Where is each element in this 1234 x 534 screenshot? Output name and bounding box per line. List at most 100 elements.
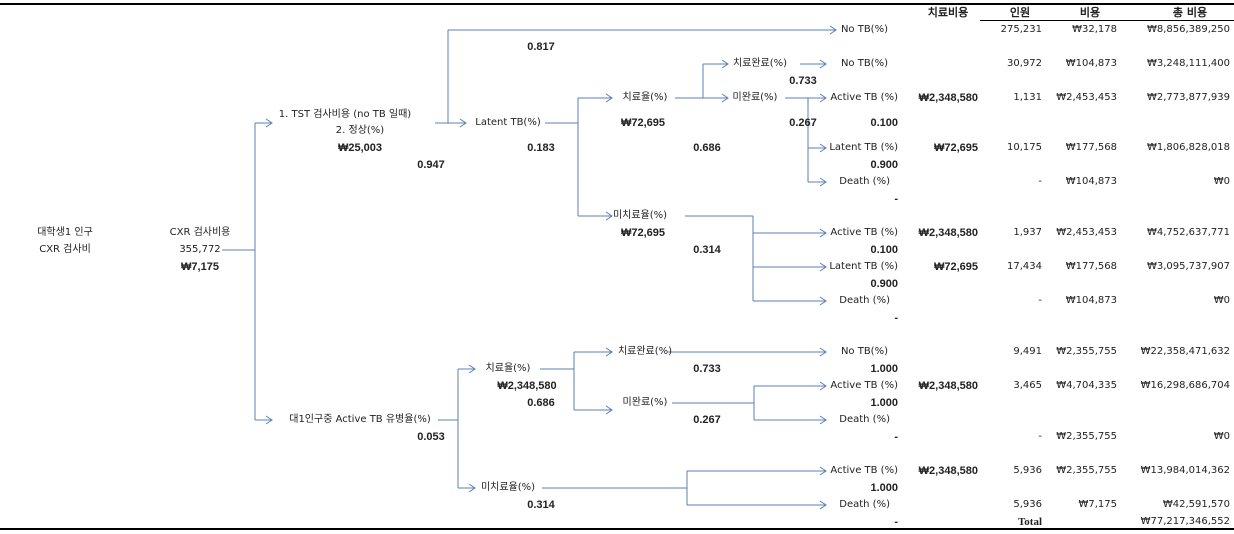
treatment-cost-cell: ₩2,348,580 [918, 380, 978, 392]
total-cost-cell: ₩0 [1213, 295, 1230, 306]
no-tb-prob: 0.817 [527, 41, 555, 53]
total-cost-cell: ₩16,298,686,704 [1140, 380, 1230, 391]
cost-cell: ₩32,178 [1072, 24, 1117, 35]
persons-cell: 30,972 [1007, 58, 1042, 69]
treatment-cost-cell: ₩72,695 [933, 261, 978, 273]
cost-cell: ₩104,873 [1065, 295, 1117, 306]
persons-cell: 9,491 [1013, 346, 1042, 357]
decision-tree-page: 치료비용 인원 비용 총 비용대학생1 인구 CXR 검사비 CXR 검사비용 355,77… [0, 0, 1234, 534]
active-untreated-node: 미치료율(%) [480, 482, 536, 493]
header-treatment-cost: 치료비용 [927, 6, 969, 19]
latent-treat-node: 치료율(%) [622, 92, 668, 103]
active-treat-node: 치료율(%) [485, 363, 531, 374]
persons-cell: 1,937 [1013, 227, 1042, 238]
latent-complete-prob: 0.733 [789, 75, 817, 87]
total-cost-cell: ₩8,856,389,250 [1146, 24, 1230, 35]
outcome-latent-tb: Latent TB (%) [829, 261, 898, 272]
outcome-death: Death (%) [839, 499, 890, 510]
outcome-latent-tb: Latent TB (%) [829, 142, 898, 153]
treatment-cost-cell: ₩2,348,580 [918, 465, 978, 477]
header-total-cost: 총 비용 [1172, 6, 1208, 19]
total-label: Total [1017, 516, 1043, 528]
outcome-death: Death (%) [839, 295, 890, 306]
cost-cell: ₩104,873 [1065, 176, 1117, 187]
outcome-prob: 1.000 [870, 363, 898, 375]
cost-cell: ₩2,355,755 [1056, 465, 1117, 476]
persons-cell: - [1038, 431, 1042, 442]
outcome-death: Death (%) [839, 414, 890, 425]
cost-cell: ₩2,453,453 [1056, 227, 1117, 238]
tst-prob: 0.947 [417, 159, 445, 171]
tst-node: 1. TST 검사비용 (no TB 일때) [278, 109, 412, 120]
outcome-prob: - [894, 516, 898, 528]
treatment-cost-cell: ₩72,695 [933, 142, 978, 154]
outcome-prob: - [894, 312, 898, 324]
outcome-prob: 0.100 [870, 117, 898, 129]
cost-cell: ₩177,568 [1065, 142, 1117, 153]
persons-cell: 1,131 [1013, 92, 1042, 103]
cxr-node: CXR 검사비용 [169, 227, 231, 238]
latent-treat-prob: 0.686 [693, 142, 721, 154]
total-cost-cell: ₩2,773,877,939 [1146, 92, 1230, 103]
cost-cell: ₩2,453,453 [1056, 92, 1117, 103]
persons-cell: 5,936 [1013, 499, 1042, 510]
latent-untreated-node: 미치료율(%) [612, 210, 668, 221]
persons-cell: 275,231 [1000, 24, 1042, 35]
cost-cell: ₩7,175 [1078, 499, 1117, 510]
total-cost-cell: ₩13,984,014,362 [1140, 465, 1230, 476]
tst-normal: 2. 정상(%) [335, 125, 385, 136]
latent-incomplete-node: 미완료(%) [732, 92, 778, 103]
persons-cell: - [1038, 176, 1042, 187]
total-cost-cell: ₩0 [1213, 176, 1230, 187]
outcome-prob: 0.900 [870, 278, 898, 290]
outcome-no-tb: No TB(%) [840, 346, 888, 357]
total-cost-cell: ₩4,752,637,771 [1146, 227, 1230, 238]
active-complete-node: 치료완료(%) [617, 346, 673, 357]
cost-cell: ₩2,355,755 [1056, 431, 1117, 442]
tst-cost: ₩25,003 [337, 142, 383, 154]
header-cost: 비용 [1079, 6, 1101, 19]
active-incomplete-node: 미완료(%) [622, 397, 668, 408]
latent-treat-cost: ₩72,695 [620, 117, 666, 129]
cxr-count: 355,772 [179, 244, 221, 255]
outcome-active-tb: Active TB (%) [830, 92, 898, 103]
active-prob: 0.053 [417, 431, 445, 443]
persons-cell: - [1038, 295, 1042, 306]
outcome-active-tb: Active TB (%) [830, 380, 898, 391]
outcome-prob: 0.900 [870, 159, 898, 171]
treatment-cost-cell: ₩2,348,580 [918, 227, 978, 239]
total-cost-cell: ₩3,095,737,907 [1146, 261, 1230, 272]
outcome-prob: - [894, 193, 898, 205]
cxr-cost: ₩7,175 [181, 261, 219, 273]
outcome-prob: 1.000 [870, 397, 898, 409]
latent-untreated-prob: 0.314 [693, 244, 721, 256]
outcome-prob: 0.100 [870, 244, 898, 256]
latent-complete-node: 치료완료(%) [732, 58, 788, 69]
latent-node: Latent TB(%) [475, 117, 541, 128]
cost-cell: ₩177,568 [1065, 261, 1117, 272]
root-label: 대학생1 인구 [37, 227, 93, 238]
total-cost-cell: ₩42,591,570 [1162, 499, 1230, 510]
cost-cell: ₩104,873 [1065, 58, 1117, 69]
outcome-no-tb: No TB(%) [840, 58, 888, 69]
persons-cell: 5,936 [1013, 465, 1042, 476]
active-complete-prob: 0.733 [693, 363, 721, 375]
total-cost-cell: ₩3,248,111,400 [1146, 58, 1230, 69]
root-label-2: CXR 검사비 [39, 244, 91, 255]
cost-cell: ₩2,355,755 [1056, 346, 1117, 357]
outcome-active-tb: Active TB (%) [830, 227, 898, 238]
header-persons: 인원 [1009, 6, 1031, 19]
outcome-no-tb: No TB(%) [840, 24, 888, 35]
persons-cell: 3,465 [1013, 380, 1042, 391]
active-treat-cost: ₩2,348,580 [497, 380, 557, 392]
total-value: ₩77,217,346,552 [1140, 516, 1230, 527]
cost-cell: ₩4,704,335 [1056, 380, 1117, 391]
outcome-prob: - [894, 431, 898, 443]
outcome-active-tb: Active TB (%) [830, 465, 898, 476]
total-cost-cell: ₩0 [1213, 431, 1230, 442]
active-incomplete-prob: 0.267 [693, 414, 721, 426]
latent-prob: 0.183 [527, 142, 555, 154]
latent-untreated-cost: ₩72,695 [620, 227, 666, 239]
total-cost-cell: ₩1,806,828,018 [1146, 142, 1230, 153]
outcome-death: Death (%) [839, 176, 890, 187]
